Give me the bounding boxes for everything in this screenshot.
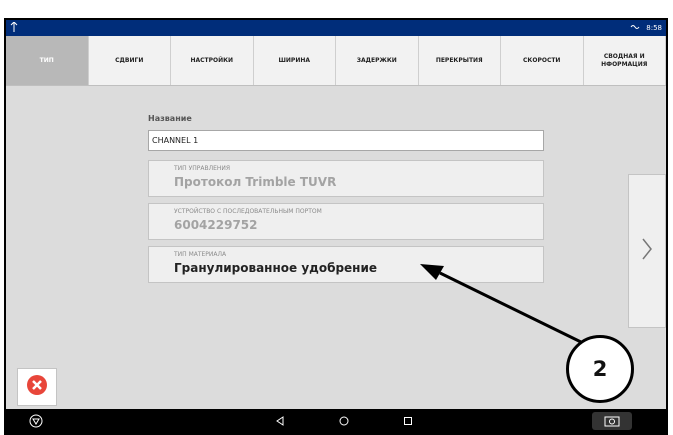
control-type-label: ТИП УПРАВЛЕНИЯ: [174, 165, 231, 172]
gps-icon: [10, 21, 18, 34]
tab-offsets[interactable]: СДВИГИ: [89, 36, 171, 85]
serial-device-field[interactable]: УСТРОЙСТВО С ПОСЛЕДОВАТЕЛЬНЫМ ПОРТОМ 600…: [148, 203, 544, 240]
name-input[interactable]: CHANNEL 1: [148, 130, 544, 151]
home-icon[interactable]: [26, 412, 46, 430]
tab-delays[interactable]: ЗАДЕРЖКИ: [336, 36, 419, 85]
serial-device-value: 6004229752: [174, 218, 258, 232]
next-button[interactable]: [628, 174, 666, 328]
serial-device-label: УСТРОЙСТВО С ПОСЛЕДОВАТЕЛЬНЫМ ПОРТОМ: [174, 208, 322, 215]
tab-settings[interactable]: НАСТРОЙКИ: [171, 36, 254, 85]
chevron-right-icon: [641, 237, 653, 265]
android-nav-bar: [6, 409, 666, 433]
cancel-icon: [26, 374, 48, 400]
cancel-button[interactable]: [17, 368, 57, 406]
clock-time: 8:58: [646, 24, 662, 32]
back-icon[interactable]: [270, 412, 290, 430]
name-input-value: CHANNEL 1: [152, 136, 199, 145]
status-bar: 8:58: [6, 20, 666, 36]
tab-overlaps[interactable]: ПЕРЕКРЫТИЯ: [419, 36, 501, 85]
control-type-field[interactable]: ТИП УПРАВЛЕНИЯ Протокол Trimble TUVR: [148, 160, 544, 197]
tab-speeds[interactable]: СКОРОСТИ: [501, 36, 584, 85]
material-type-value: Гранулированное удобрение: [174, 261, 378, 275]
callout-number: 2: [566, 335, 634, 403]
signal-icon: [630, 23, 640, 33]
tab-type[interactable]: ТИП: [6, 36, 89, 85]
tab-bar: ТИП СДВИГИ НАСТРОЙКИ ШИРИНА ЗАДЕРЖКИ ПЕР…: [6, 36, 666, 86]
material-type-field[interactable]: ТИП МАТЕРИАЛА Гранулированное удобрение: [148, 246, 544, 283]
material-type-label: ТИП МАТЕРИАЛА: [174, 251, 227, 258]
tab-width[interactable]: ШИРИНА: [254, 36, 336, 85]
home-circle-icon[interactable]: [334, 412, 354, 430]
camera-icon[interactable]: [592, 412, 632, 430]
control-type-value: Протокол Trimble TUVR: [174, 175, 337, 189]
tab-summary[interactable]: СВОДНАЯ И НФОРМАЦИЯ: [584, 36, 666, 85]
name-label: Название: [148, 114, 192, 123]
recent-apps-icon[interactable]: [398, 412, 418, 430]
